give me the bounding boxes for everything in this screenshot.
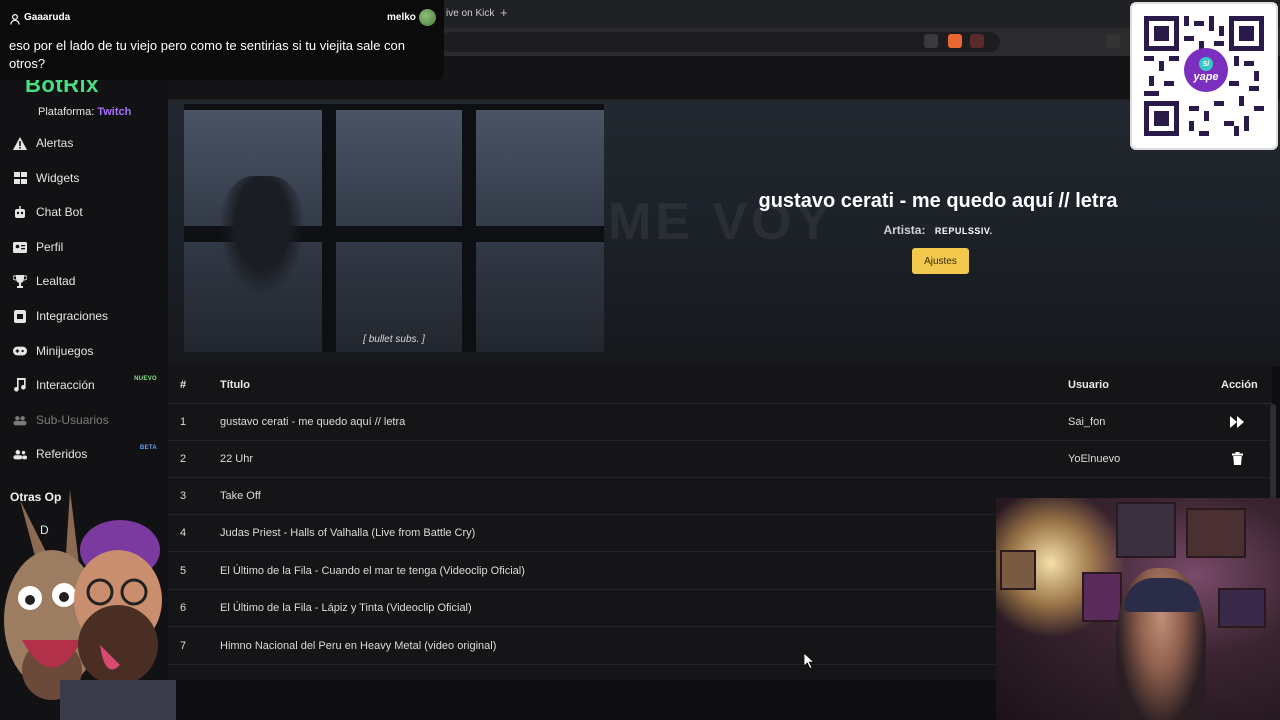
sidebar-item-alertas[interactable]: Alertas [0, 128, 168, 158]
platform-label: Plataforma: [38, 106, 95, 118]
sidebar-item-chat-bot[interactable]: Chat Bot [0, 197, 168, 227]
row-title: 22 Uhr [220, 453, 254, 465]
row-index: 4 [180, 527, 187, 539]
row-title: gustavo cerati - me quedo aquí // letra [220, 416, 406, 428]
user-group-icon [13, 447, 27, 461]
sidebar-item-label: Referidos [36, 447, 88, 461]
sidebar-item-widgets[interactable]: Widgets [0, 163, 168, 193]
users-icon [13, 413, 27, 427]
now-playing-title: gustavo cerati - me quedo aquí // letra [758, 190, 1118, 212]
sidebar-item-label: Interacción [36, 378, 95, 392]
currency-badge: S/ [1199, 57, 1213, 71]
sidebar-item-label: Sub-Usuarios [36, 413, 109, 427]
row-user: YoElnuevo [1068, 453, 1121, 465]
yape-qr-code: S/ yape [1130, 2, 1278, 150]
row-title: Himno Nacional del Peru en Heavy Metal (… [220, 640, 497, 652]
id-card-icon [13, 240, 27, 254]
table-row: 2 22 Uhr YoElnuevo [168, 441, 1272, 478]
now-playing-banner: ME VOY [ bullet subs. ] gustavo cerati -… [168, 100, 1280, 366]
row-index: 2 [180, 453, 187, 465]
chat-username: Gaaaruda [24, 12, 71, 23]
column-index: # [180, 379, 187, 391]
artist-label: Artista: [883, 223, 926, 237]
beta-badge: BETA [139, 445, 157, 451]
brave-shield-icon[interactable] [948, 34, 962, 48]
sidebar-item-integraciones[interactable]: Integraciones [0, 301, 168, 331]
sidebar-item-label: Integraciones [36, 309, 109, 323]
row-title: El Último de la Fila - Cuando el mar te … [220, 565, 525, 577]
sidebar-item-sub-usuarios[interactable]: Sub-Usuarios [0, 405, 168, 435]
chat-overlay: Gaaaruda melko eso por el lado de tu vie… [0, 0, 444, 80]
browser-tab[interactable]: ive on Kick [446, 8, 494, 19]
sidebar-item-label: Lealtad [36, 274, 76, 288]
sidebar-item-referidos[interactable]: Referidos BETA [0, 439, 168, 469]
chat-bot-name: melko [387, 12, 416, 23]
table-row: 1 gustavo cerati - me quedo aquí // letr… [168, 404, 1272, 441]
music-icon [13, 378, 27, 392]
cartoon-avatar [0, 480, 176, 720]
user-icon [10, 12, 20, 25]
row-user: Sai_fon [1068, 416, 1106, 428]
gamepad-icon [13, 344, 27, 358]
sidebar-item-label: Alertas [36, 136, 74, 150]
table-header: # Título Usuario Acción [168, 366, 1272, 404]
grid-icon [13, 171, 27, 185]
mouse-cursor-icon [803, 652, 816, 670]
address-field[interactable] [440, 32, 1000, 52]
sidebar-item-lealtad[interactable]: Lealtad [0, 266, 168, 296]
row-index: 5 [180, 565, 187, 577]
artist-name: REPULSSIV. [934, 226, 993, 236]
plug-icon [13, 309, 27, 323]
settings-button[interactable]: Ajustes [912, 248, 969, 274]
sidebar-toggle-icon[interactable] [1106, 34, 1120, 48]
yape-logo: S/ yape [1184, 48, 1228, 92]
sidebar-item-label: Widgets [36, 171, 80, 185]
share-icon[interactable] [924, 34, 938, 48]
video-thumbnail[interactable]: [ bullet subs. ] [184, 104, 604, 352]
sidebar-item-label: Minijuegos [36, 344, 94, 358]
trash-icon[interactable] [1232, 452, 1246, 466]
hand-silhouette [220, 176, 304, 296]
sidebar-item-minijuegos[interactable]: Minijuegos [0, 336, 168, 366]
sidebar-item-interaccion[interactable]: Interacción NUEVO [0, 370, 168, 400]
rewards-icon[interactable] [970, 34, 984, 48]
sidebar-item-perfil[interactable]: Perfil [0, 232, 168, 262]
warning-icon [13, 136, 27, 150]
column-title: Título [220, 379, 250, 391]
column-action: Acción [1221, 379, 1258, 391]
chat-message: eso por el lado de tu viejo pero como te… [9, 38, 405, 71]
sidebar-item-label: Perfil [36, 240, 64, 254]
row-index: 1 [180, 416, 187, 428]
skip-icon[interactable] [1230, 415, 1244, 429]
column-user: Usuario [1068, 379, 1109, 391]
platform-indicator: Plataforma: Twitch [38, 106, 131, 118]
platform-value: Twitch [97, 106, 132, 118]
row-title: Take Off [220, 490, 261, 502]
robot-icon [13, 205, 27, 219]
webcam-feed [996, 498, 1280, 720]
new-badge: NUEVO [134, 376, 157, 382]
yape-brand: yape [1193, 71, 1219, 83]
stream-frame: ive on Kick + BotRix Plataforma: Twitch … [0, 0, 1280, 720]
row-index: 3 [180, 490, 187, 502]
thumbnail-caption: [ bullet subs. ] [363, 334, 425, 345]
row-index: 6 [180, 602, 187, 614]
avatar [419, 9, 436, 26]
row-index: 7 [180, 640, 187, 652]
row-title: Judas Priest - Halls of Valhalla (Live f… [220, 527, 476, 539]
trophy-icon [13, 274, 27, 288]
sidebar-item-label: Chat Bot [36, 205, 83, 219]
new-tab-button[interactable]: + [500, 5, 508, 20]
row-title: El Último de la Fila - Lápiz y Tinta (Vi… [220, 602, 472, 614]
artist-row: Artista: REPULSSIV. [738, 223, 1138, 237]
